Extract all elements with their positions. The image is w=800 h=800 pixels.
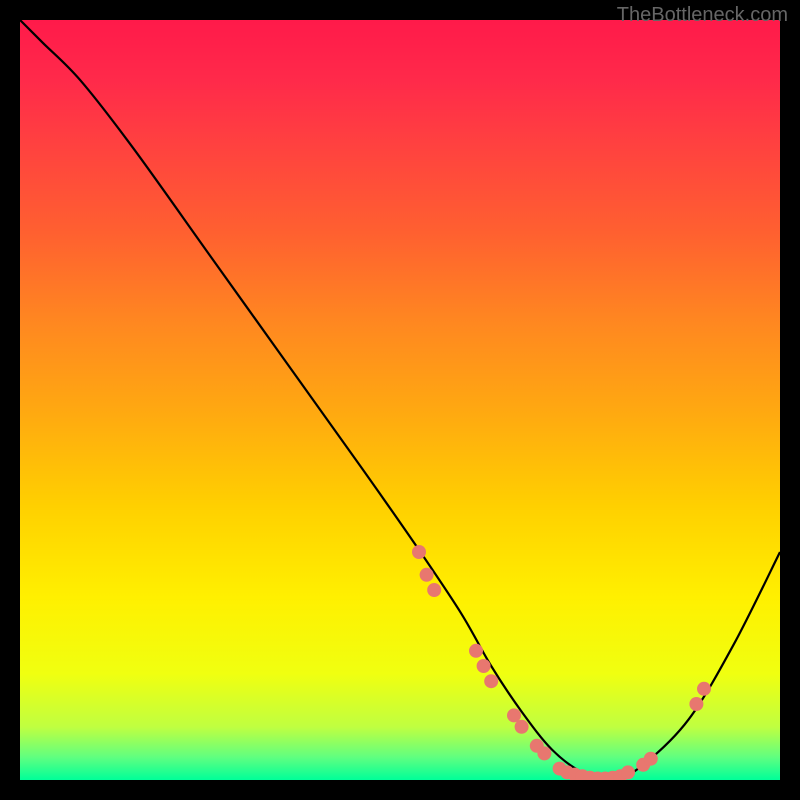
data-marker [644, 752, 658, 766]
bottleneck-curve [20, 20, 780, 780]
data-marker [469, 644, 483, 658]
data-marker [484, 674, 498, 688]
data-marker [427, 583, 441, 597]
data-marker [515, 720, 529, 734]
data-marker [697, 682, 711, 696]
data-marker [621, 765, 635, 779]
watermark-text: TheBottleneck.com [617, 4, 788, 27]
data-marker [420, 568, 434, 582]
chart-svg [20, 20, 780, 780]
data-marker [507, 708, 521, 722]
data-marker [689, 697, 703, 711]
chart-plot-area [20, 20, 780, 780]
data-marker [537, 746, 551, 760]
data-marker [477, 659, 491, 673]
data-marker [412, 545, 426, 559]
